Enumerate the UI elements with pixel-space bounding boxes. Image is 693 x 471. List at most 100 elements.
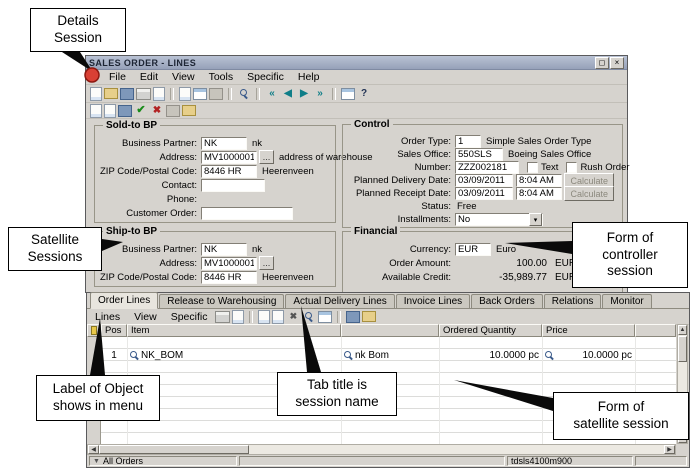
ship-to-address-input[interactable] <box>201 257 257 270</box>
delete-line-icon[interactable]: ✖ <box>286 310 300 323</box>
customer-order-input[interactable] <box>201 207 293 220</box>
attachments-icon[interactable] <box>362 311 376 322</box>
sold-to-zip-input[interactable] <box>201 165 257 178</box>
menu-tools[interactable]: Tools <box>202 71 241 83</box>
ship-to-business-partner-input[interactable] <box>201 243 247 256</box>
copy-icon[interactable] <box>179 87 191 101</box>
tab-monitor[interactable]: Monitor <box>602 294 651 308</box>
address-browse-button[interactable]: … <box>259 150 274 164</box>
new-document-icon[interactable] <box>90 87 102 101</box>
chevron-down-icon[interactable]: ▾ <box>529 213 542 226</box>
copy-line-icon[interactable] <box>272 310 284 324</box>
planned-receipt-time-input[interactable] <box>516 187 562 200</box>
column-header-pos[interactable]: Pos <box>101 324 127 337</box>
find-line-icon[interactable] <box>302 310 316 323</box>
scroll-up-icon[interactable]: ▲ <box>678 325 687 335</box>
row-selector-cell[interactable] <box>87 349 101 361</box>
scroll-left-icon[interactable]: ◀ <box>88 445 99 454</box>
open-icon[interactable] <box>104 88 118 99</box>
lines-menu-bar: Lines View Specific ✖ <box>87 309 689 325</box>
filter-status-segment[interactable]: ▼ All Orders <box>89 456 237 466</box>
cell-item-description[interactable]: nk Bom <box>341 349 439 361</box>
cell-position[interactable]: 1 <box>101 349 127 361</box>
currency-input[interactable] <box>455 243 491 256</box>
grid-horizontal-scrollbar[interactable]: ◀ ▶ <box>87 444 676 455</box>
menu-view[interactable]: View <box>128 311 163 323</box>
restore-button[interactable]: ◻ <box>595 57 609 69</box>
installments-dropdown[interactable]: No ▾ <box>455 213 543 226</box>
ok-icon[interactable]: ✔ <box>134 104 148 117</box>
sold-to-business-partner-input[interactable] <box>201 137 247 150</box>
menu-lines[interactable]: Lines <box>89 311 126 323</box>
filter-icon[interactable] <box>318 311 332 323</box>
address-label: Address: <box>99 152 201 163</box>
form-row: ZIP Code/Postal Code: Heerenveen <box>95 270 335 284</box>
cell-ordered-quantity[interactable]: 10.0000 pc <box>439 349 542 361</box>
menu-specific[interactable]: Specific <box>240 71 291 83</box>
vertical-scroll-thumb[interactable] <box>678 336 687 362</box>
save-changes-icon[interactable] <box>118 105 132 117</box>
cell-price[interactable]: 10.0000 pc <box>542 349 635 361</box>
order-type-input[interactable] <box>455 135 481 148</box>
column-header-item[interactable]: Item <box>127 324 341 337</box>
tab-relations[interactable]: Relations <box>544 294 602 308</box>
preview-lines-icon[interactable] <box>232 310 244 324</box>
address-browse-button[interactable]: … <box>259 256 274 270</box>
control-group: Control Order Type: Simple Sales Order T… <box>342 124 623 228</box>
menu-file[interactable]: File <box>102 71 133 83</box>
help-icon[interactable]: ? <box>357 87 371 100</box>
first-record-icon[interactable]: « <box>265 87 279 100</box>
horizontal-scroll-track[interactable] <box>249 445 664 454</box>
menu-edit[interactable]: Edit <box>133 71 165 83</box>
menu-help[interactable]: Help <box>291 71 327 83</box>
ship-to-zip-input[interactable] <box>201 271 257 284</box>
next-record-icon[interactable]: ▶ <box>297 87 311 100</box>
tab-back-orders[interactable]: Back Orders <box>471 294 543 308</box>
window-titlebar[interactable]: SALES ORDER - LINES ◻ × <box>86 56 627 70</box>
lookup-icon[interactable] <box>545 351 554 360</box>
sales-office-input[interactable] <box>455 148 503 161</box>
planned-delivery-time-input[interactable] <box>516 174 562 187</box>
cancel-icon[interactable]: ✖ <box>150 104 164 117</box>
refresh-icon[interactable] <box>341 88 355 100</box>
paste-icon[interactable] <box>193 88 207 100</box>
insert-record-icon[interactable] <box>90 104 102 118</box>
notes-icon[interactable] <box>182 105 196 116</box>
planned-delivery-date-input[interactable] <box>455 174 513 187</box>
print-preview-icon[interactable] <box>153 87 165 101</box>
last-record-icon[interactable]: » <box>313 87 327 100</box>
scroll-right-icon[interactable]: ▶ <box>664 445 675 454</box>
new-line-icon[interactable] <box>258 310 270 324</box>
save-icon[interactable] <box>120 88 134 100</box>
column-header-ordered-quantity[interactable]: Ordered Quantity <box>439 324 542 337</box>
order-line-row[interactable]: 1 NK_BOM nk Bom 10.0000 pc 10.0000 pc <box>87 349 676 361</box>
delete-icon[interactable] <box>209 88 223 100</box>
chart-icon[interactable] <box>346 311 360 323</box>
close-button[interactable]: × <box>610 57 624 69</box>
sold-to-address-input[interactable] <box>201 151 257 164</box>
cell-item[interactable]: NK_BOM <box>127 349 341 361</box>
contact-input[interactable] <box>201 179 265 192</box>
column-header-description[interactable] <box>341 324 439 337</box>
tab-order-lines[interactable]: Order Lines <box>90 292 158 309</box>
rush-order-checkbox[interactable] <box>566 162 577 173</box>
duplicate-record-icon[interactable] <box>104 104 116 118</box>
properties-icon[interactable] <box>166 105 180 117</box>
menu-view[interactable]: View <box>165 71 202 83</box>
tab-release-to-warehousing[interactable]: Release to Warehousing <box>159 294 284 308</box>
print-lines-icon[interactable] <box>215 311 230 323</box>
previous-record-icon[interactable]: ◀ <box>281 87 295 100</box>
planned-receipt-date-input[interactable] <box>455 187 513 200</box>
menu-specific[interactable]: Specific <box>165 311 214 323</box>
horizontal-scroll-thumb[interactable] <box>99 445 249 454</box>
column-header-price[interactable]: Price <box>542 324 635 337</box>
calculate-receipt-button[interactable]: Calculate <box>564 186 614 201</box>
tab-invoice-lines[interactable]: Invoice Lines <box>396 294 470 308</box>
lookup-icon[interactable] <box>344 351 353 360</box>
print-icon[interactable] <box>136 88 151 100</box>
order-number-input[interactable] <box>455 161 519 174</box>
lookup-icon[interactable] <box>130 351 139 360</box>
find-icon[interactable] <box>237 87 251 100</box>
text-checkbox[interactable] <box>527 162 538 173</box>
tab-actual-delivery-lines[interactable]: Actual Delivery Lines <box>285 294 394 308</box>
